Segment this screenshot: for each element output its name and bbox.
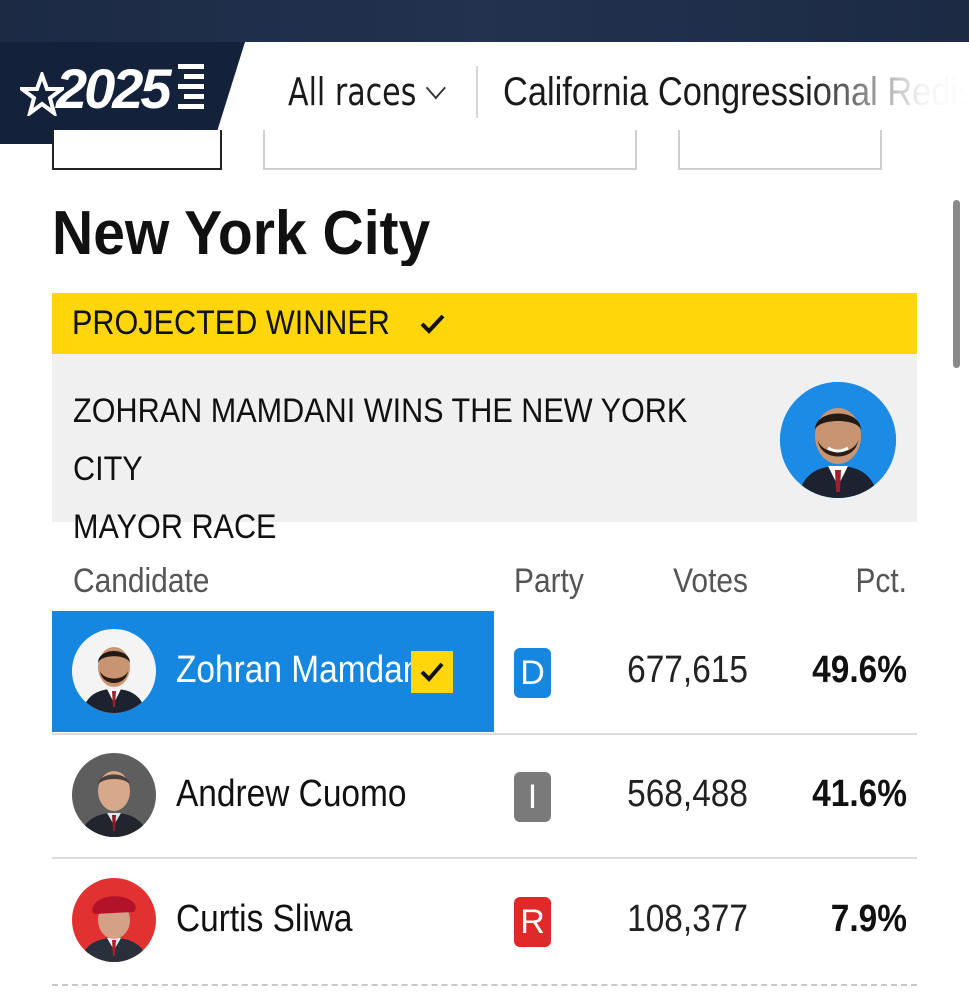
vote-count: 108,377 (627, 898, 748, 940)
vote-count: 568,488 (627, 773, 748, 815)
winner-headline-line1: ZOHRAN MAMDANI WINS THE NEW YORK CITY (73, 392, 688, 488)
candidate-name: Curtis Sliwa (176, 898, 353, 940)
tab-secondary[interactable] (263, 130, 637, 170)
tab-tertiary[interactable] (678, 130, 882, 170)
row-divider (52, 984, 917, 986)
party-badge: R (514, 897, 551, 947)
election-2025-logo[interactable]: 2025 (0, 42, 245, 144)
candidate-photo-icon (72, 753, 156, 837)
checkmark-icon (420, 314, 445, 334)
nav-fade-overlay (809, 42, 969, 144)
column-header-pct: Pct. (855, 562, 907, 600)
avatar (72, 878, 156, 962)
winner-headline-line2: MAYOR RACE (73, 508, 277, 546)
avatar (72, 629, 156, 713)
page-title: New York City (52, 199, 431, 266)
candidate-name: Zohran Mamdani (176, 649, 429, 691)
scrollbar[interactable] (953, 200, 960, 368)
party-badge: I (514, 772, 551, 822)
logo-year: 2025 (56, 57, 172, 120)
table-row[interactable]: Curtis Sliwa R 108,377 7.9% (52, 860, 917, 983)
projected-winner-label: PROJECTED WINNER (72, 304, 390, 342)
row-divider (52, 857, 917, 859)
vote-percentage: 41.6% (812, 773, 907, 815)
all-races-label: All races (288, 70, 417, 114)
party-badge: D (514, 648, 551, 698)
winner-photo (780, 382, 896, 498)
winner-portrait-icon (780, 382, 896, 498)
candidate-name: Andrew Cuomo (176, 773, 407, 815)
site-header: 2025 All races California Congressional … (0, 42, 969, 144)
table-row[interactable]: Zohran Mamdani D 677,615 49.6% (52, 611, 917, 734)
header-divider (476, 66, 478, 118)
winner-check-badge (411, 651, 453, 693)
winner-headline: ZOHRAN MAMDANI WINS THE NEW YORK CITY MA… (73, 382, 703, 556)
column-header-party: Party (514, 562, 584, 600)
column-header-candidate: Candidate (73, 562, 210, 600)
all-races-dropdown[interactable]: All races (288, 70, 446, 114)
column-header-votes: Votes (673, 562, 748, 600)
avatar (72, 753, 156, 837)
checkmark-icon (420, 662, 444, 682)
table-row[interactable]: Andrew Cuomo I 568,488 41.6% (52, 735, 917, 858)
chevron-down-icon (425, 76, 446, 100)
candidate-photo-icon (72, 629, 156, 713)
logo-stripes (178, 64, 204, 116)
top-strip (0, 0, 969, 42)
page-title-container: New York City (52, 190, 912, 266)
projected-winner-card[interactable]: ZOHRAN MAMDANI WINS THE NEW YORK CITY MA… (52, 354, 917, 546)
tab-active[interactable] (52, 130, 222, 170)
vote-count: 677,615 (627, 649, 748, 691)
projected-winner-banner: PROJECTED WINNER (52, 293, 917, 354)
vote-percentage: 7.9% (830, 898, 907, 940)
candidate-photo-icon (72, 878, 156, 962)
vote-percentage: 49.6% (812, 649, 907, 691)
